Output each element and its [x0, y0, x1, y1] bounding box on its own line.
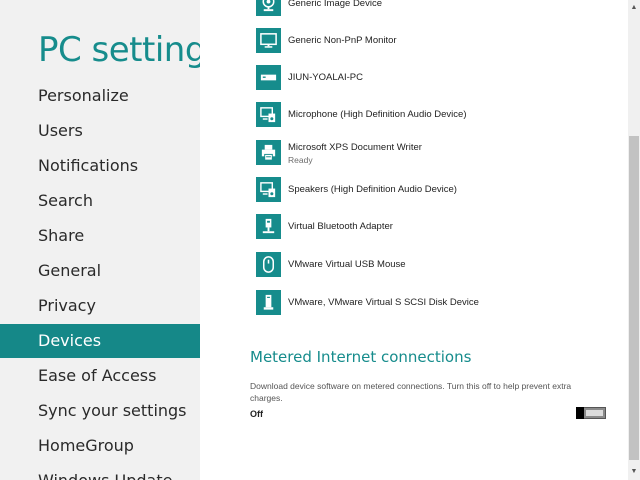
toggle-track — [586, 410, 603, 416]
usb-adapter-icon — [256, 214, 281, 239]
vertical-scrollbar[interactable]: ▲ ▼ — [628, 0, 640, 480]
device-name: Virtual Bluetooth Adapter — [288, 221, 393, 232]
metered-section-title: Metered Internet connections — [250, 348, 472, 366]
nav-item-share[interactable]: Share — [0, 219, 200, 253]
device-item[interactable]: Microphone (High Definition Audio Device… — [256, 102, 616, 132]
device-item[interactable]: Generic Non-PnP Monitor — [256, 28, 616, 58]
device-item[interactable]: Virtual Bluetooth Adapter — [256, 214, 616, 244]
audio-device-icon — [256, 177, 281, 202]
device-name: VMware Virtual USB Mouse — [288, 259, 406, 270]
device-item[interactable]: Microsoft XPS Document Writer Ready — [256, 140, 616, 170]
nav-item-ease-of-access[interactable]: Ease of Access — [0, 359, 200, 393]
device-status: Ready — [288, 155, 313, 165]
scroll-up-arrow-icon[interactable]: ▲ — [628, 0, 640, 14]
navigation-pane: PC settings Personalize Users Notificati… — [0, 0, 200, 480]
devices-content: Generic Image Device Generic Non-PnP Mon… — [200, 0, 628, 480]
metered-toggle-switch[interactable] — [576, 407, 606, 419]
disk-drive-icon — [256, 290, 281, 315]
printer-icon — [256, 140, 281, 165]
metered-description: Download device software on metered conn… — [250, 381, 572, 403]
scrollbar-thumb[interactable] — [629, 136, 639, 460]
device-name: Microphone (High Definition Audio Device… — [288, 109, 467, 120]
device-item[interactable]: VMware, VMware Virtual S SCSI Disk Devic… — [256, 290, 616, 320]
mouse-icon — [256, 252, 281, 277]
nav-item-sync-your-settings[interactable]: Sync your settings — [0, 394, 200, 428]
pc-settings-window: PC settings Personalize Users Notificati… — [0, 0, 640, 480]
nav-item-privacy[interactable]: Privacy — [0, 289, 200, 323]
device-item[interactable]: JIUN-YOALAI-PC — [256, 65, 616, 95]
nav-item-users[interactable]: Users — [0, 114, 200, 148]
nav-item-windows-update[interactable]: Windows Update — [0, 464, 200, 480]
nav-item-personalize[interactable]: Personalize — [0, 79, 200, 113]
device-item[interactable]: Generic Image Device — [256, 0, 616, 21]
device-name: Generic Image Device — [288, 0, 382, 9]
device-name: Microsoft XPS Document Writer — [288, 142, 422, 153]
toggle-thumb — [576, 407, 584, 419]
monitor-icon — [256, 28, 281, 53]
audio-device-icon — [256, 102, 281, 127]
nav-item-homegroup[interactable]: HomeGroup — [0, 429, 200, 463]
device-item[interactable]: VMware Virtual USB Mouse — [256, 252, 616, 282]
webcam-icon — [256, 0, 281, 16]
nav-item-search[interactable]: Search — [0, 184, 200, 218]
nav-item-general[interactable]: General — [0, 254, 200, 288]
nav-item-devices[interactable]: Devices — [0, 324, 200, 358]
computer-icon — [256, 65, 281, 90]
device-item[interactable]: Speakers (High Definition Audio Device) — [256, 177, 616, 207]
device-name: VMware, VMware Virtual S SCSI Disk Devic… — [288, 297, 479, 308]
device-name: JIUN-YOALAI-PC — [288, 72, 363, 83]
metered-toggle-label: Off — [250, 409, 263, 419]
page-title: PC settings — [38, 30, 200, 70]
device-name: Generic Non-PnP Monitor — [288, 35, 397, 46]
nav-item-notifications[interactable]: Notifications — [0, 149, 200, 183]
scroll-down-arrow-icon[interactable]: ▼ — [628, 464, 640, 478]
device-name: Speakers (High Definition Audio Device) — [288, 184, 457, 195]
